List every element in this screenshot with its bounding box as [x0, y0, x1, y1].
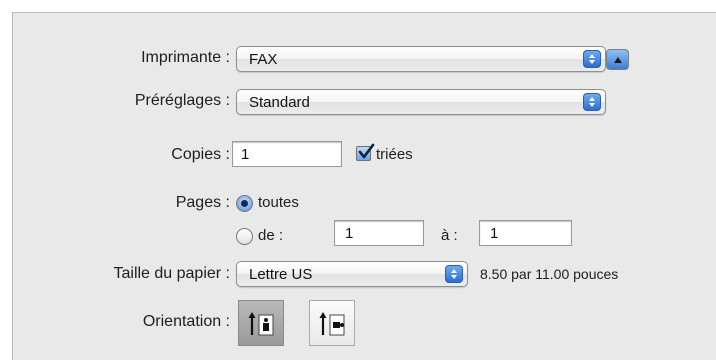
pages-label: Pages : [175, 194, 230, 211]
presets-value: Standard [249, 94, 310, 111]
orientation-landscape-button[interactable] [309, 300, 355, 346]
checkmark-icon [358, 143, 375, 159]
popup-arrows-icon [583, 93, 601, 111]
printer-label: Imprimante : [141, 49, 230, 66]
pages-to-field[interactable]: 1 [479, 220, 572, 246]
popup-arrows-icon [583, 50, 601, 68]
paper-size-label: Taille du papier : [113, 265, 230, 282]
pages-from-field[interactable]: 1 [334, 220, 424, 246]
landscape-orientation-icon [319, 312, 345, 336]
pages-all-label: toutes [258, 194, 299, 211]
orientation-label: Orientation : [142, 313, 230, 330]
printer-popup[interactable]: FAX [236, 46, 606, 72]
paper-size-value: Lettre US [249, 266, 313, 283]
popup-arrows-icon [445, 265, 463, 283]
pages-range-radio[interactable] [236, 228, 253, 245]
copies-field[interactable]: 1 [232, 141, 342, 167]
collate-checkbox[interactable] [356, 143, 375, 161]
pages-from-label: de : [258, 227, 284, 244]
portrait-orientation-icon [248, 312, 274, 336]
radio-dot-icon [241, 200, 248, 207]
orientation-portrait-button[interactable] [238, 300, 284, 346]
paper-dimensions: 8.50 par 11.00 pouces [480, 266, 619, 282]
presets-label: Préréglages : [134, 92, 230, 109]
pages-all-radio[interactable] [236, 195, 253, 212]
collate-label: triées [376, 146, 413, 163]
pages-to-label: à : [441, 227, 458, 244]
printer-value: FAX [249, 51, 278, 68]
paper-size-popup[interactable]: Lettre US [236, 261, 468, 287]
show-details-button[interactable] [606, 49, 629, 70]
presets-popup[interactable]: Standard [236, 89, 606, 115]
copies-label: Copies : [171, 146, 230, 163]
